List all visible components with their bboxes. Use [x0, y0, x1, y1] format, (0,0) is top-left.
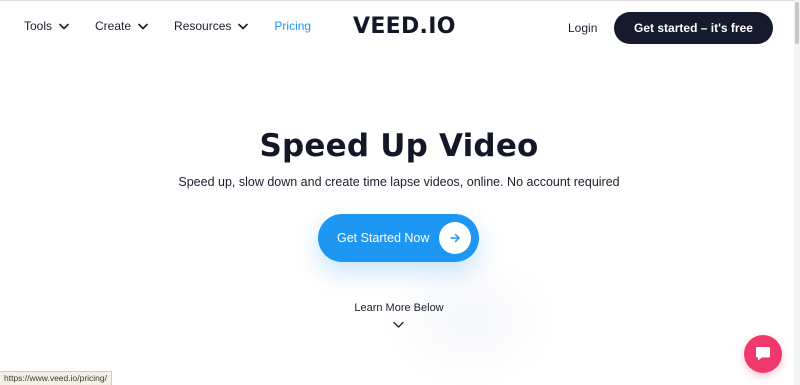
- nav-item-resources[interactable]: Resources: [174, 19, 249, 33]
- login-link[interactable]: Login: [568, 21, 597, 35]
- get-started-now-label: Get Started Now: [337, 231, 430, 245]
- top-navigation: Tools Create Resources Pricing VEED.IO L…: [0, 0, 800, 56]
- nav-menu: Tools Create Resources Pricing: [24, 19, 311, 33]
- page-subtitle: Speed up, slow down and create time laps…: [178, 175, 620, 189]
- nav-item-pricing[interactable]: Pricing: [274, 19, 311, 33]
- nav-item-label: Tools: [24, 19, 53, 33]
- status-bar-url: https://www.veed.io/pricing/: [0, 371, 112, 385]
- nav-item-label: Pricing: [274, 19, 312, 33]
- chevron-down-icon: [138, 23, 148, 29]
- chevron-down-icon: [59, 23, 69, 29]
- scrollbar[interactable]: [794, 0, 800, 385]
- get-started-free-button[interactable]: Get started – it's free: [614, 12, 773, 44]
- veed-logo[interactable]: VEED.IO: [353, 14, 456, 39]
- get-started-free-label: Get started – it's free: [634, 21, 753, 35]
- chevron-down-icon: [238, 23, 249, 29]
- page: Tools Create Resources Pricing VEED.IO L…: [0, 0, 800, 385]
- page-title: Speed Up Video: [259, 128, 539, 164]
- scrollbar-thumb[interactable]: [795, 2, 799, 44]
- learn-more-link[interactable]: Learn More Below: [0, 302, 798, 314]
- background-glow: [380, 250, 560, 385]
- nav-item-label: Resources: [174, 19, 232, 33]
- chevron-down-icon[interactable]: [393, 321, 404, 329]
- chat-bubble-icon: [756, 347, 770, 361]
- get-started-now-button[interactable]: Get Started Now: [318, 214, 479, 262]
- nav-item-create[interactable]: Create: [95, 19, 148, 33]
- chat-button[interactable]: [744, 335, 782, 373]
- nav-item-tools[interactable]: Tools: [24, 19, 69, 33]
- nav-item-label: Create: [95, 19, 132, 33]
- arrow-right-icon: [439, 222, 471, 254]
